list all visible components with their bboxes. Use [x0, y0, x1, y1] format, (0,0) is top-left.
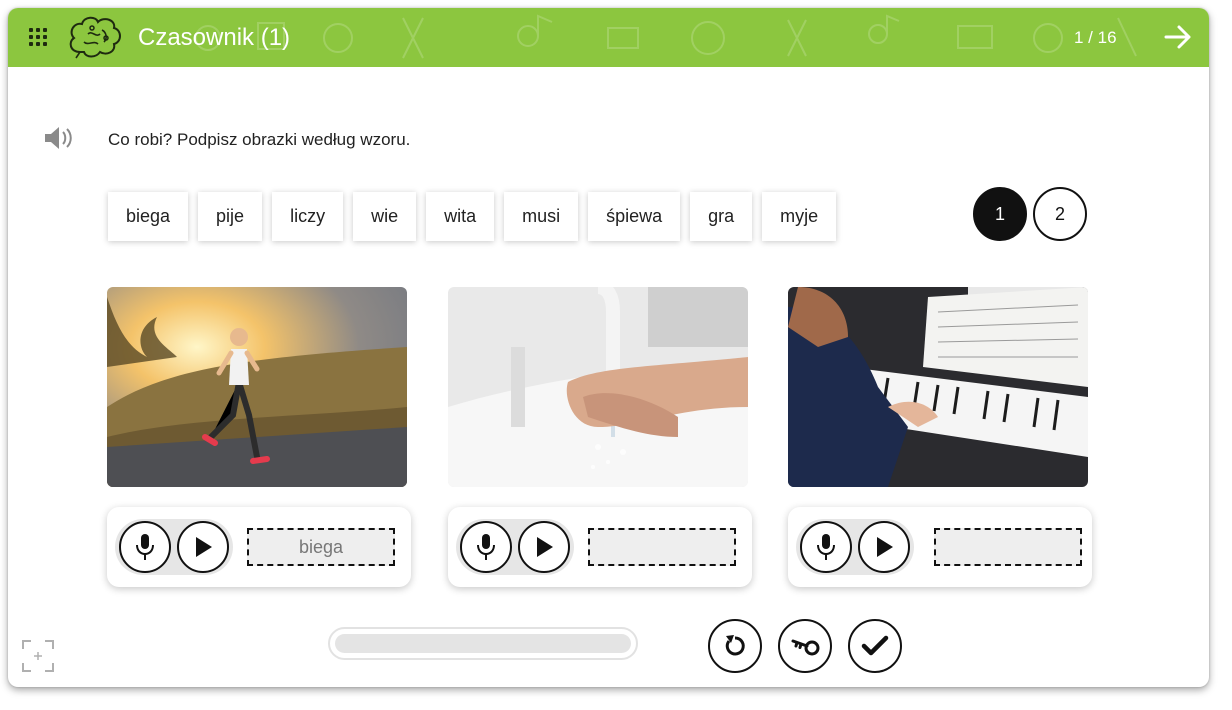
reset-button[interactable]	[708, 619, 762, 673]
answer-box-2	[448, 507, 752, 587]
microphone-button[interactable]	[460, 521, 512, 573]
play-icon	[537, 537, 553, 557]
word-chip[interactable]: wie	[353, 192, 417, 241]
show-answers-button[interactable]	[778, 619, 832, 673]
exercise-card: Czasownik (1) 1 / 16 Co robi? Podpisz ob…	[8, 8, 1209, 687]
word-chip[interactable]: biega	[108, 192, 189, 241]
word-chip[interactable]: myje	[762, 192, 837, 241]
word-chip[interactable]: wita	[426, 192, 495, 241]
answer-field-1[interactable]: biega	[247, 528, 395, 566]
key-icon	[791, 639, 820, 656]
word-chip[interactable]: gra	[690, 192, 753, 241]
exercise-counter: 1 / 16	[1074, 28, 1117, 47]
audio-controls	[115, 519, 233, 575]
microphone-icon	[136, 534, 154, 560]
page-button-1[interactable]: 1	[973, 187, 1027, 241]
microphone-icon	[477, 534, 495, 560]
word-chip[interactable]: śpiewa	[588, 192, 681, 241]
photo-running	[107, 287, 407, 487]
page-title: Czasownik (1)	[138, 24, 291, 51]
check-icon	[861, 635, 889, 656]
speaker-icon[interactable]	[42, 124, 74, 152]
audio-controls	[456, 519, 574, 575]
answer-box-1: biega	[107, 507, 411, 587]
reset-icon	[725, 635, 745, 656]
check-button[interactable]	[848, 619, 902, 673]
play-button[interactable]	[858, 521, 910, 573]
answer-field-2[interactable]	[588, 528, 736, 566]
header-bar: Czasownik (1) 1 / 16	[8, 8, 1209, 67]
microphone-button[interactable]	[119, 521, 171, 573]
microphone-button[interactable]	[800, 521, 852, 573]
page-selector: 1 2	[973, 187, 1087, 241]
word-bank: biega pije liczy wie wita musi śpiewa gr…	[108, 192, 837, 242]
photo-piano	[788, 287, 1088, 487]
grid-menu-icon[interactable]	[29, 28, 47, 46]
answer-box-3	[788, 507, 1092, 587]
progress-bar	[328, 627, 638, 660]
brain-logo-icon	[69, 16, 121, 59]
play-button[interactable]	[518, 521, 570, 573]
word-chip[interactable]: pije	[198, 192, 263, 241]
photo-washing-hands	[448, 287, 748, 487]
word-chip[interactable]: liczy	[272, 192, 344, 241]
word-chip[interactable]: musi	[504, 192, 579, 241]
play-icon	[196, 537, 212, 557]
microphone-icon	[817, 534, 835, 560]
audio-controls	[796, 519, 914, 575]
answer-field-3[interactable]	[934, 528, 1082, 566]
fullscreen-icon[interactable]	[22, 640, 54, 672]
page-button-2[interactable]: 2	[1033, 187, 1087, 241]
instruction-text: Co robi? Podpisz obrazki według wzoru.	[108, 130, 411, 149]
arrow-right-icon[interactable]	[1163, 22, 1193, 52]
play-button[interactable]	[177, 521, 229, 573]
play-icon	[877, 537, 893, 557]
progress-fill	[335, 634, 631, 653]
